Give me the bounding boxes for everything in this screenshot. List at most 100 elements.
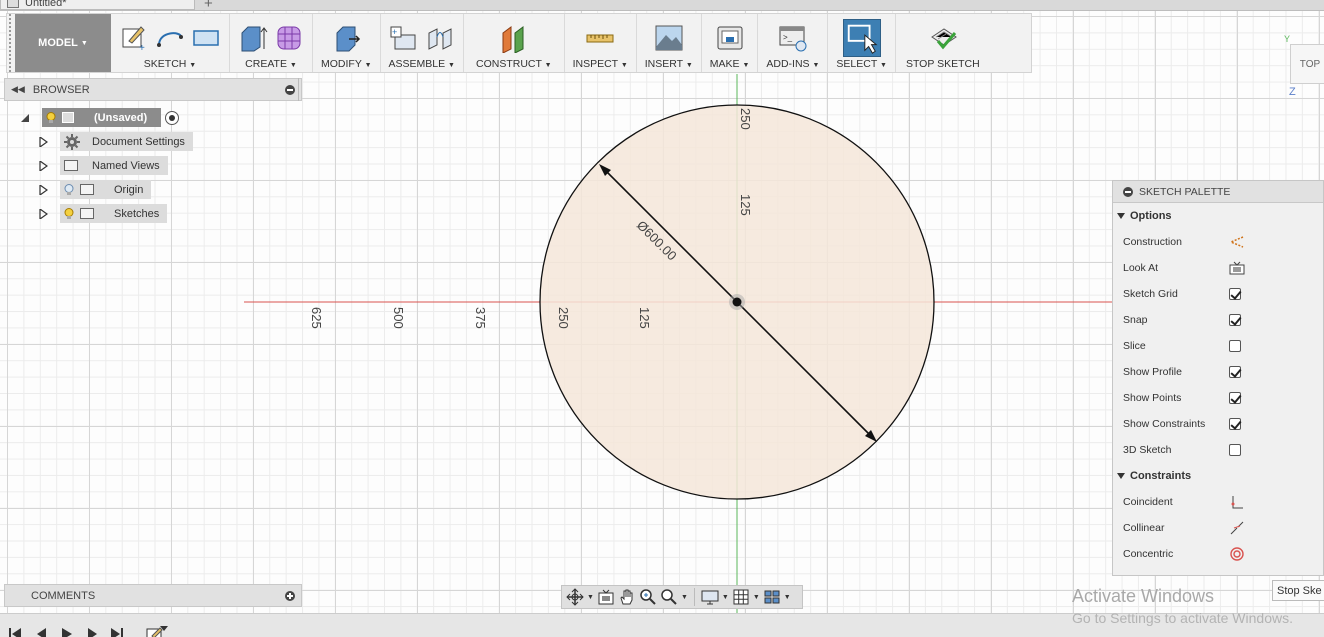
collinear-icon[interactable] xyxy=(1229,521,1245,535)
comments-panel-header[interactable]: COMMENTS xyxy=(4,584,302,607)
pan-hand-icon[interactable] xyxy=(618,588,636,606)
measure-icon[interactable] xyxy=(585,23,615,53)
construction-icon[interactable] xyxy=(1229,235,1245,249)
rectangle-tool-icon[interactable] xyxy=(191,23,221,53)
look-at-icon[interactable] xyxy=(597,588,615,606)
chevron-down-icon[interactable]: ▼ xyxy=(722,594,729,601)
palette-section-options[interactable]: Options xyxy=(1113,203,1323,229)
toolbar-group-select[interactable]: SELECT ▼ xyxy=(828,14,896,72)
document-tab[interactable]: Untitled* xyxy=(0,0,195,10)
palette-constraint-coincident[interactable]: Coincident xyxy=(1113,489,1323,515)
sketch-palette-header[interactable]: SKETCH PALETTE xyxy=(1113,181,1323,203)
zoom-window-icon[interactable] xyxy=(660,588,678,606)
toolbar-group-modify[interactable]: MODIFY ▼ xyxy=(313,14,381,72)
extrude-icon[interactable] xyxy=(238,23,268,53)
grid-settings-icon[interactable] xyxy=(732,588,750,606)
palette-option-show-profile[interactable]: Show Profile xyxy=(1113,359,1323,385)
tree-row-named-views[interactable]: Named Views xyxy=(38,156,168,175)
toolbar-group-construct[interactable]: CONSTRUCT ▼ xyxy=(464,14,565,72)
create-sketch-icon[interactable]: + xyxy=(119,23,149,53)
palette-section-constraints[interactable]: Constraints xyxy=(1113,463,1323,489)
collapsed-triangle-icon[interactable] xyxy=(38,160,48,171)
play-icon[interactable] xyxy=(60,628,74,637)
sketch-grid-checkbox[interactable] xyxy=(1229,288,1241,300)
palette-option-snap[interactable]: Snap xyxy=(1113,307,1323,333)
toolbar-group-inspect[interactable]: INSPECT ▼ xyxy=(565,14,637,72)
palette-option-construction[interactable]: Construction xyxy=(1113,229,1323,255)
finish-sketch-icon[interactable] xyxy=(928,23,958,53)
chevron-down-icon[interactable]: ▼ xyxy=(681,594,688,601)
toolbar-group-add-ins[interactable]: >_ ADD-INS ▼ xyxy=(758,14,829,72)
activate-radio-icon[interactable] xyxy=(165,110,180,125)
display-settings-icon[interactable] xyxy=(701,588,719,606)
timeline-sketch-marker-icon[interactable] xyxy=(146,626,172,637)
3d-sketch-checkbox[interactable] xyxy=(1229,444,1241,456)
tree-row-sketches[interactable]: Sketches xyxy=(38,204,168,223)
new-component-icon[interactable]: + xyxy=(389,23,419,53)
insert-image-icon[interactable] xyxy=(654,23,684,53)
center-point[interactable] xyxy=(732,297,742,307)
look-at-icon[interactable] xyxy=(1229,261,1245,275)
collapsed-triangle-icon[interactable] xyxy=(38,208,48,219)
chevron-down-icon[interactable]: ▼ xyxy=(784,594,791,601)
toolbar-group-assemble[interactable]: + ASSEMBLE ▼ xyxy=(381,14,464,72)
show-constraints-checkbox[interactable] xyxy=(1229,418,1241,430)
tree-item-origin[interactable]: Origin xyxy=(60,180,152,199)
collapsed-triangle-icon[interactable] xyxy=(38,184,48,195)
tree-item-document-settings[interactable]: Document Settings xyxy=(60,132,193,151)
zoom-icon[interactable] xyxy=(639,588,657,606)
coincident-icon[interactable] xyxy=(1229,495,1245,509)
line-tool-icon[interactable] xyxy=(155,23,185,53)
tree-row-origin[interactable]: Origin xyxy=(38,180,152,199)
viewcube[interactable]: TOP xyxy=(1290,44,1324,84)
palette-constraint-collinear[interactable]: Collinear xyxy=(1113,515,1323,541)
toolbar-group-create[interactable]: CREATE ▼ xyxy=(230,14,313,72)
toolbar-group-sketch[interactable]: + SKETCH ▼ xyxy=(111,14,230,72)
chevron-down-icon[interactable]: ▼ xyxy=(587,594,594,601)
joint-icon[interactable] xyxy=(425,23,455,53)
visibility-bulb-icon[interactable] xyxy=(64,207,74,220)
tree-item-sketches[interactable]: Sketches xyxy=(60,204,168,223)
scripts-addins-icon[interactable]: >_ xyxy=(778,23,808,53)
offset-plane-icon[interactable] xyxy=(499,23,529,53)
snap-checkbox[interactable] xyxy=(1229,314,1241,326)
palette-option-look-at[interactable]: Look At xyxy=(1113,255,1323,281)
step-back-icon[interactable] xyxy=(34,628,48,637)
select-icon[interactable] xyxy=(842,19,881,57)
palette-option-slice[interactable]: Slice xyxy=(1113,333,1323,359)
go-to-end-icon[interactable] xyxy=(110,628,124,637)
tree-root-row[interactable]: (Unsaved) xyxy=(20,108,180,127)
go-to-start-icon[interactable] xyxy=(8,628,22,637)
3d-print-icon[interactable] xyxy=(715,23,745,53)
collapse-palette-icon[interactable] xyxy=(1123,186,1133,197)
press-pull-icon[interactable] xyxy=(331,23,361,53)
double-chevron-left-icon[interactable]: ◀◀ xyxy=(11,84,25,95)
browser-panel-header[interactable]: ◀◀ BROWSER xyxy=(4,78,302,101)
chevron-down-icon[interactable]: ▼ xyxy=(753,594,760,601)
palette-option-3d-sketch[interactable]: 3D Sketch xyxy=(1113,437,1323,463)
step-forward-icon[interactable] xyxy=(86,628,100,637)
stop-sketch-palette-button[interactable]: Stop Ske xyxy=(1272,580,1324,601)
concentric-icon[interactable] xyxy=(1229,547,1245,561)
palette-option-sketch-grid[interactable]: Sketch Grid xyxy=(1113,281,1323,307)
palette-constraint-concentric[interactable]: Concentric xyxy=(1113,541,1323,567)
tree-root-item[interactable]: (Unsaved) xyxy=(42,108,162,127)
viewports-icon[interactable] xyxy=(763,588,781,606)
stop-sketch-button[interactable]: STOP SKETCH xyxy=(896,14,998,72)
palette-option-show-points[interactable]: Show Points xyxy=(1113,385,1323,411)
visibility-bulb-icon[interactable] xyxy=(46,111,56,124)
toolbar-group-insert[interactable]: INSERT ▼ xyxy=(637,14,702,72)
workspace-switcher-button[interactable]: MODEL ▼ xyxy=(15,14,111,72)
slice-checkbox[interactable] xyxy=(1229,340,1241,352)
expanded-triangle-icon[interactable] xyxy=(20,113,30,123)
form-icon[interactable] xyxy=(274,23,304,53)
visibility-bulb-off-icon[interactable] xyxy=(64,183,74,196)
collapse-browser-icon[interactable] xyxy=(285,84,295,95)
tree-row-document-settings[interactable]: Document Settings xyxy=(38,132,193,151)
tree-item-named-views[interactable]: Named Views xyxy=(60,156,168,175)
toolbar-group-make[interactable]: MAKE ▼ xyxy=(702,14,759,72)
show-profile-checkbox[interactable] xyxy=(1229,366,1241,378)
add-comment-icon[interactable] xyxy=(285,590,295,601)
browser-resize-handle[interactable] xyxy=(298,78,304,101)
palette-option-show-constraints[interactable]: Show Constraints xyxy=(1113,411,1323,437)
